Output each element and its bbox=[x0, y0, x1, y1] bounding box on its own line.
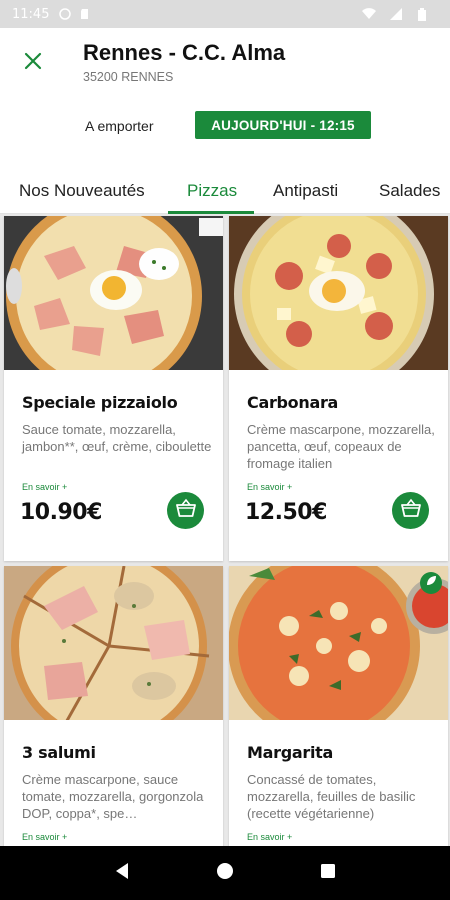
product-price: 12.50€ bbox=[245, 500, 327, 525]
back-button[interactable] bbox=[102, 853, 142, 893]
product-image bbox=[229, 566, 448, 720]
basket-icon bbox=[175, 498, 197, 523]
home-circle-icon bbox=[216, 862, 234, 885]
order-mode-label[interactable]: A emporter bbox=[85, 118, 153, 134]
status-bar: 11:45 bbox=[0, 0, 450, 28]
store-name: Rennes - C.C. Alma bbox=[83, 40, 286, 65]
tab-antipasti[interactable]: Antipasti bbox=[273, 168, 338, 214]
product-name: Speciale pizzaiolo bbox=[22, 393, 178, 412]
home-button[interactable] bbox=[205, 853, 245, 893]
more-info-link[interactable]: En savoir + bbox=[247, 482, 292, 492]
product-card[interactable]: 3 salumi Crème mascarpone, sauce tomate,… bbox=[4, 566, 223, 846]
product-description: Sauce tomate, mozzarella, jambon**, œuf,… bbox=[22, 422, 212, 454]
more-info-link[interactable]: En savoir + bbox=[247, 832, 292, 842]
recents-square-icon bbox=[320, 863, 336, 884]
product-card[interactable]: Margarita Concassé de tomates, mozzarell… bbox=[229, 566, 448, 846]
product-description: Crème mascarpone, sauce tomate, mozzarel… bbox=[22, 772, 204, 821]
store-header: Rennes - C.C. Alma 35200 RENNES A emport… bbox=[0, 28, 450, 168]
system-nav-bar bbox=[0, 846, 450, 900]
leaf-icon bbox=[425, 574, 437, 592]
product-card[interactable]: Carbonara Crème mascarpone, mozzarella, … bbox=[229, 216, 448, 561]
product-card[interactable]: Speciale pizzaiolo Sauce tomate, mozzare… bbox=[4, 216, 223, 561]
add-to-basket-button[interactable] bbox=[392, 492, 429, 529]
product-grid: Speciale pizzaiolo Sauce tomate, mozzare… bbox=[0, 214, 450, 846]
tab-pizzas[interactable]: Pizzas bbox=[187, 168, 237, 214]
product-image bbox=[4, 216, 223, 370]
tab-salades[interactable]: Salades bbox=[379, 168, 440, 214]
battery-icon bbox=[418, 8, 430, 21]
product-description: Crème mascarpone, mozzarella, pancetta, … bbox=[247, 422, 435, 471]
product-name: Carbonara bbox=[247, 393, 339, 412]
category-tabs: Nos Nouveautés Pizzas Antipasti Salades bbox=[0, 168, 450, 214]
status-time: 11:45 bbox=[12, 6, 50, 22]
signal-icon bbox=[390, 8, 402, 20]
product-description: Concassé de tomates, mozzarella, feuille… bbox=[247, 772, 416, 821]
tab-nos-nouveautes[interactable]: Nos Nouveautés bbox=[19, 168, 145, 214]
more-info-link[interactable]: En savoir + bbox=[22, 832, 67, 842]
more-info-link[interactable]: En savoir + bbox=[22, 482, 67, 492]
close-button[interactable] bbox=[16, 46, 50, 80]
back-triangle-icon bbox=[114, 862, 130, 885]
sd-card-icon bbox=[79, 8, 91, 20]
pickup-time-button[interactable]: AUJOURD'HUI - 12:15 bbox=[195, 111, 371, 139]
product-name: 3 salumi bbox=[22, 743, 96, 762]
basket-icon bbox=[400, 498, 422, 523]
wifi-icon bbox=[362, 8, 376, 20]
product-image bbox=[229, 216, 448, 370]
notification-icon bbox=[59, 8, 72, 20]
close-icon bbox=[24, 52, 42, 75]
store-city: 35200 RENNES bbox=[83, 70, 174, 84]
vegetarian-badge bbox=[420, 572, 442, 594]
product-name: Margarita bbox=[247, 743, 333, 762]
product-price: 10.90€ bbox=[20, 500, 102, 525]
add-to-basket-button[interactable] bbox=[167, 492, 204, 529]
product-image bbox=[4, 566, 223, 720]
recents-button[interactable] bbox=[308, 853, 348, 893]
